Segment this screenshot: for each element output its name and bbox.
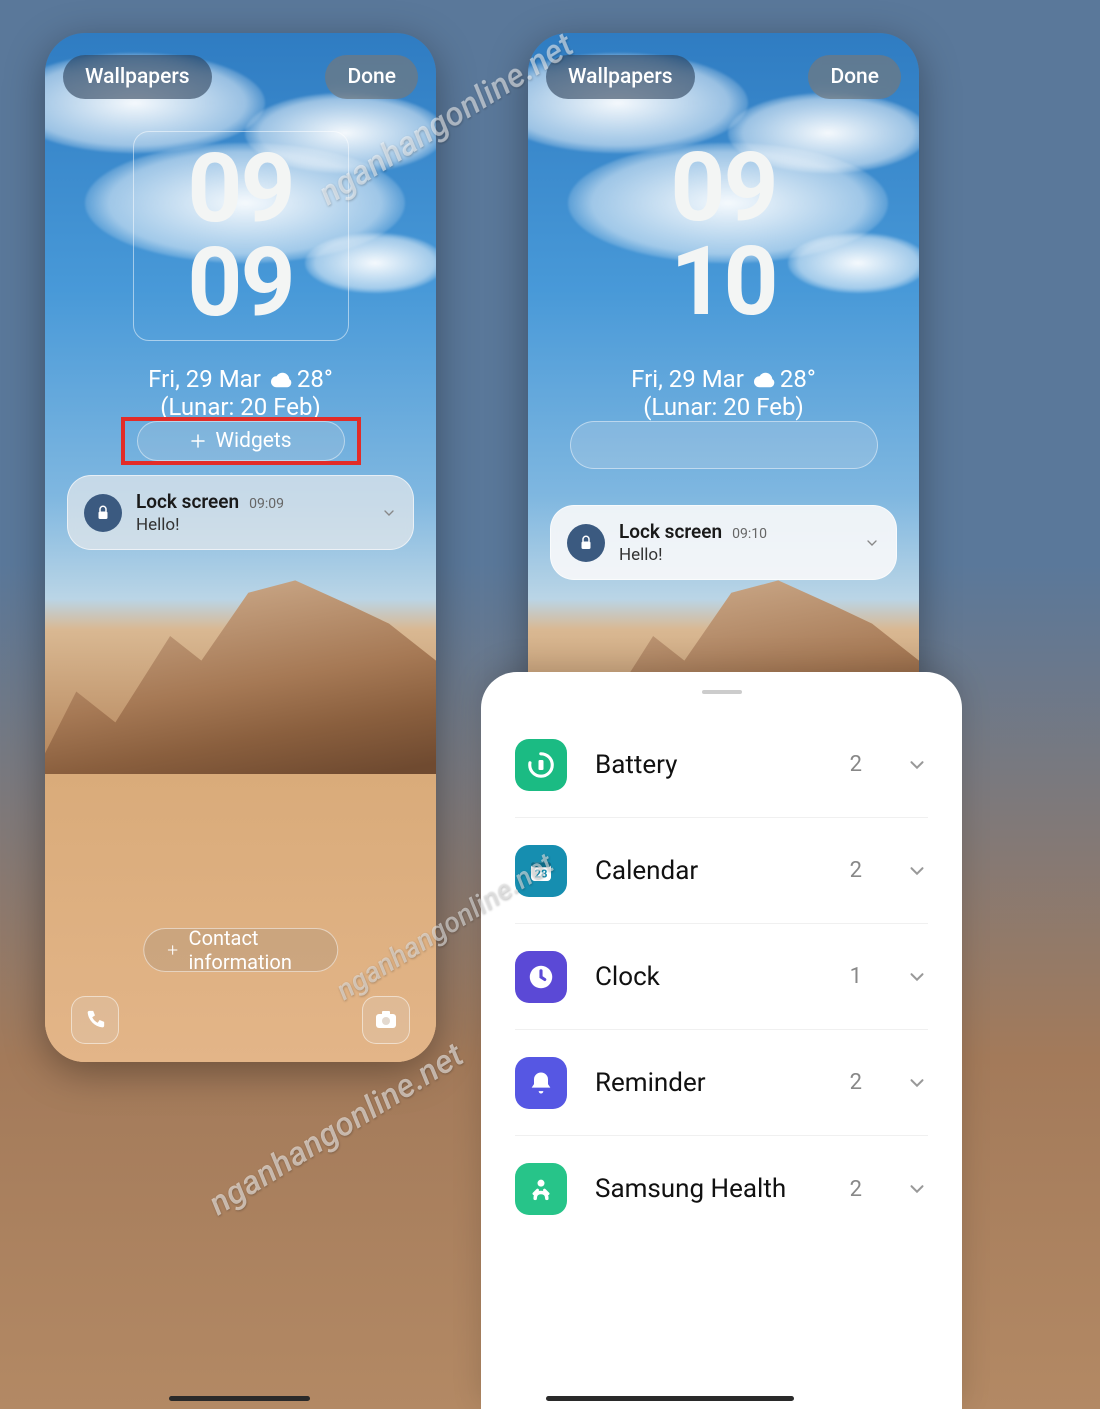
notification-time: 09:10 <box>732 526 767 542</box>
lock-icon <box>84 494 122 532</box>
phone-shortcut[interactable] <box>71 996 119 1044</box>
widgets-button-highlight: Widgets <box>125 421 357 461</box>
weather-icon: 28° <box>271 365 333 393</box>
clock-widget[interactable]: 09 09 <box>133 131 349 341</box>
widget-slot-empty[interactable] <box>570 421 878 469</box>
sheet-handle[interactable] <box>702 690 742 694</box>
done-button[interactable]: Done <box>808 55 901 99</box>
wallpapers-button[interactable]: Wallpapers <box>63 55 212 99</box>
notification-card[interactable]: Lock screen 09:09 Hello! <box>67 475 414 550</box>
gesture-bar <box>654 1396 794 1401</box>
widget-label: Clock <box>595 962 822 992</box>
widget-label: Battery <box>595 750 822 780</box>
notification-time: 09:09 <box>249 496 284 512</box>
widget-picker-sheet[interactable]: Battery 2 28 Calendar 2 Clock 1 Reminder <box>481 672 962 1409</box>
reminder-icon <box>515 1057 567 1109</box>
notification-message: Hello! <box>619 545 850 565</box>
chevron-down-icon <box>906 754 928 776</box>
phone-left: Wallpapers Done 09 09 Fri, 29 Mar 28° (L… <box>45 33 436 1062</box>
notification-card[interactable]: Lock screen 09:10 Hello! <box>550 505 897 580</box>
svg-text:28: 28 <box>535 867 548 880</box>
widget-count: 1 <box>850 964 862 989</box>
clock-minutes: 10 <box>626 235 822 329</box>
chevron-down-icon <box>906 1178 928 1200</box>
date-text: Fri, 29 Mar <box>631 365 744 393</box>
clock-minutes: 09 <box>144 236 338 330</box>
chevron-down-icon <box>381 505 397 521</box>
widget-count: 2 <box>850 752 862 777</box>
widget-count: 2 <box>850 858 862 883</box>
chevron-down-icon <box>906 966 928 988</box>
camera-icon <box>374 1010 398 1030</box>
gesture-bar <box>170 1396 310 1401</box>
done-button[interactable]: Done <box>325 55 418 99</box>
date-weather-row[interactable]: Fri, 29 Mar 28° <box>528 365 919 393</box>
widget-row-battery[interactable]: Battery 2 <box>515 712 928 818</box>
camera-shortcut[interactable] <box>362 996 410 1044</box>
widget-count: 2 <box>850 1177 862 1202</box>
contact-info-button[interactable]: Contact information <box>143 928 339 972</box>
notification-message: Hello! <box>136 515 367 535</box>
temperature: 28° <box>297 365 333 393</box>
temperature: 28° <box>780 365 816 393</box>
lock-icon <box>567 524 605 562</box>
widget-label: Samsung Health <box>595 1174 822 1204</box>
widget-count: 2 <box>850 1070 862 1095</box>
chevron-down-icon <box>864 535 880 551</box>
widget-row-clock[interactable]: Clock 1 <box>515 924 928 1030</box>
calendar-icon: 28 <box>515 845 567 897</box>
widget-row-health[interactable]: Samsung Health 2 <box>515 1136 928 1242</box>
chevron-down-icon <box>906 1072 928 1094</box>
chevron-down-icon <box>906 860 928 882</box>
widget-row-reminder[interactable]: Reminder 2 <box>515 1030 928 1136</box>
wallpapers-button[interactable]: Wallpapers <box>546 55 695 99</box>
battery-icon <box>515 739 567 791</box>
notification-title: Lock screen <box>619 520 722 543</box>
gesture-bars <box>0 1396 1100 1401</box>
clock-hours: 09 <box>626 141 822 235</box>
clock-icon <box>515 951 567 1003</box>
date-weather-row[interactable]: Fri, 29 Mar 28° <box>45 365 436 393</box>
plus-icon <box>166 941 179 959</box>
health-icon <box>515 1163 567 1215</box>
lunar-date: (Lunar: 20 Feb) <box>528 393 919 421</box>
notification-title: Lock screen <box>136 490 239 513</box>
widget-label: Calendar <box>595 856 822 886</box>
date-text: Fri, 29 Mar <box>148 365 261 393</box>
contact-info-label: Contact information <box>189 926 316 974</box>
phone-icon <box>84 1009 106 1031</box>
widget-label: Reminder <box>595 1068 822 1098</box>
weather-icon: 28° <box>754 365 816 393</box>
widget-row-calendar[interactable]: 28 Calendar 2 <box>515 818 928 924</box>
clock-widget[interactable]: 09 10 <box>616 131 832 339</box>
clock-hours: 09 <box>144 142 338 236</box>
